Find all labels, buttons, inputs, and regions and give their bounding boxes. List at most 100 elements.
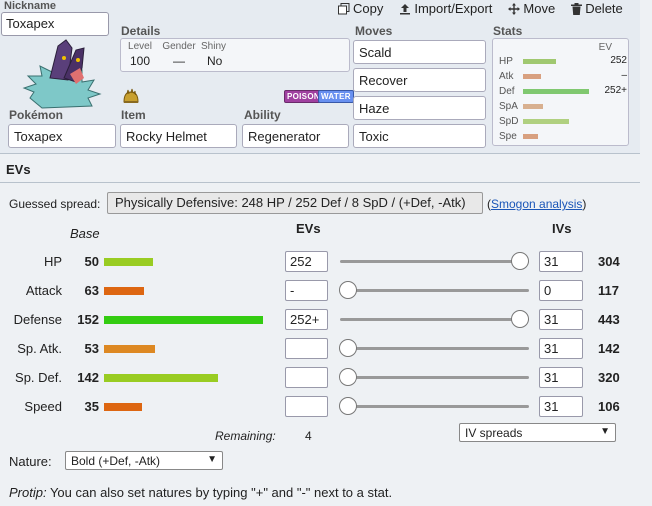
gender-label: Gender [162,41,196,52]
delete-button[interactable]: Delete [571,1,623,16]
item-header: Item [121,108,146,122]
smogon-analysis-link[interactable]: Smogon analysis [491,197,582,211]
ev-slider-thumb-hp[interactable] [511,252,529,270]
ev-slider-track-attack[interactable] [340,289,529,292]
ability-input[interactable]: Regenerator [242,124,349,148]
stat-summary-bar [523,89,589,94]
smogon-analysis: (Smogon analysis) [487,197,586,211]
iv-input-sp-def[interactable]: 31 [539,367,583,388]
chevron-down-icon: ▼ [207,454,217,465]
nature-value: Bold (+Def, -Atk) [71,454,161,468]
shiny-field: Shiny No [201,41,231,68]
ev-input-hp[interactable]: 252 [285,251,328,272]
set-editor-header: Nickname Toxapex Copy Import/Export Move… [0,0,640,154]
stat-label-defense: Defense [13,312,62,327]
iv-input-attack[interactable]: 0 [539,280,583,301]
ev-input-sp-atk[interactable] [285,338,328,359]
ev-slider-track-hp[interactable] [340,260,529,263]
iv-input-sp-atk[interactable]: 31 [539,338,583,359]
stat-summary-row: SpD [499,115,627,129]
gender-field: Gender — [159,41,199,68]
stat-summary-name: Spe [499,131,517,142]
evs-header-bar: EVs [0,155,640,183]
stat-summary-ev: – [621,70,627,81]
protip-text: You can also set natures by typing "+" a… [46,485,393,500]
remaining-label: Remaining: [215,429,276,443]
upload-icon [400,3,411,14]
stats-header: Stats [493,24,523,38]
iv-input-speed[interactable]: 31 [539,396,583,417]
import-export-button[interactable]: Import/Export [399,1,492,16]
ev-slider-thumb-sp-def[interactable] [339,368,357,386]
chevron-down-icon: ▼ [600,426,610,437]
stat-label-hp: HP [43,254,62,269]
move-3-input[interactable]: Haze [353,96,486,120]
stat-label-sp-def: Sp. Def. [15,370,62,385]
copy-icon [338,2,350,14]
ev-input-attack[interactable]: - [285,280,328,301]
stat-summary-row: Spe [499,130,627,144]
evs-title: EVs [6,162,31,177]
iv-spreads-select[interactable]: IV spreads ▼ [459,423,616,442]
shiny-label: Shiny [201,41,227,52]
level-field: Level 100 [125,41,155,68]
remaining-value: 4 [305,429,312,443]
move-2-input[interactable]: Recover [353,68,486,92]
stat-summary-name: Atk [499,71,514,82]
protip: Protip: You can also set natures by typi… [9,485,392,500]
ev-slider-track-defense[interactable] [340,318,529,321]
stat-label-attack: Attack [25,283,62,298]
nickname-label: Nickname [4,0,56,12]
move-button[interactable]: Move [508,1,555,16]
nature-select[interactable]: Bold (+Def, -Atk) ▼ [65,451,223,470]
stat-summary-name: Def [499,86,515,97]
details-header: Details [121,24,161,38]
iv-input-hp[interactable]: 31 [539,251,583,272]
stat-summary-bar [523,134,538,139]
stats-summary[interactable]: EV HP 252 Atk – Def 252+ SpA SpD Spe [492,38,629,146]
ev-slider-thumb-defense[interactable] [511,310,529,328]
stat-total-sp-def: 320 [598,370,620,385]
base-bar-attack [104,287,144,295]
base-bar-defense [104,316,263,324]
base-value-defense: 152 [77,312,99,327]
ev-input-speed[interactable] [285,396,328,417]
base-bar-speed [104,403,142,411]
base-bar-hp [104,258,153,266]
move-label: Move [523,1,556,16]
move-arrows-icon [508,2,521,15]
stat-summary-name: SpD [499,116,519,127]
stat-summary-bar [523,119,569,124]
pokemon-header: Pokémon [9,108,64,122]
nickname-input[interactable]: Toxapex [1,12,109,36]
copy-label: Copy [353,1,384,16]
copy-button[interactable]: Copy [338,1,383,16]
ev-slider-track-sp-def[interactable] [340,376,529,379]
base-value-attack: 63 [84,283,99,298]
move-1-input[interactable]: Scald [353,40,486,64]
stat-summary-row: Def 252+ [499,85,627,99]
guessed-spread-button[interactable]: Physically Defensive: 248 HP / 252 Def /… [107,192,483,214]
ev-input-defense[interactable]: 252+ [285,309,328,330]
ev-slider-track-sp-atk[interactable] [340,347,529,350]
item-input[interactable]: Rocky Helmet [120,124,237,148]
smogon-close-paren: ) [582,197,587,211]
iv-spreads-value: IV spreads [465,426,523,440]
ev-slider-thumb-speed[interactable] [339,397,357,415]
pokemon-sprite [22,39,102,109]
stat-summary-ev: 252+ [604,85,627,96]
shiny-value: No [207,54,223,68]
ev-slider-thumb-attack[interactable] [339,281,357,299]
ev-slider-track-speed[interactable] [340,405,529,408]
stat-summary-name: SpA [499,101,518,112]
stat-summary-bar [523,59,556,64]
base-value-sp-atk: 53 [84,341,99,356]
move-4-input[interactable]: Toxic [353,124,486,148]
details-box[interactable]: Level 100 Gender — Shiny No [120,38,350,72]
iv-input-defense[interactable]: 31 [539,309,583,330]
base-value-hp: 50 [84,254,99,269]
ev-input-sp-def[interactable] [285,367,328,388]
ev-slider-thumb-sp-atk[interactable] [339,339,357,357]
pokemon-input[interactable]: Toxapex [8,124,116,148]
base-value-sp-def: 142 [77,370,99,385]
